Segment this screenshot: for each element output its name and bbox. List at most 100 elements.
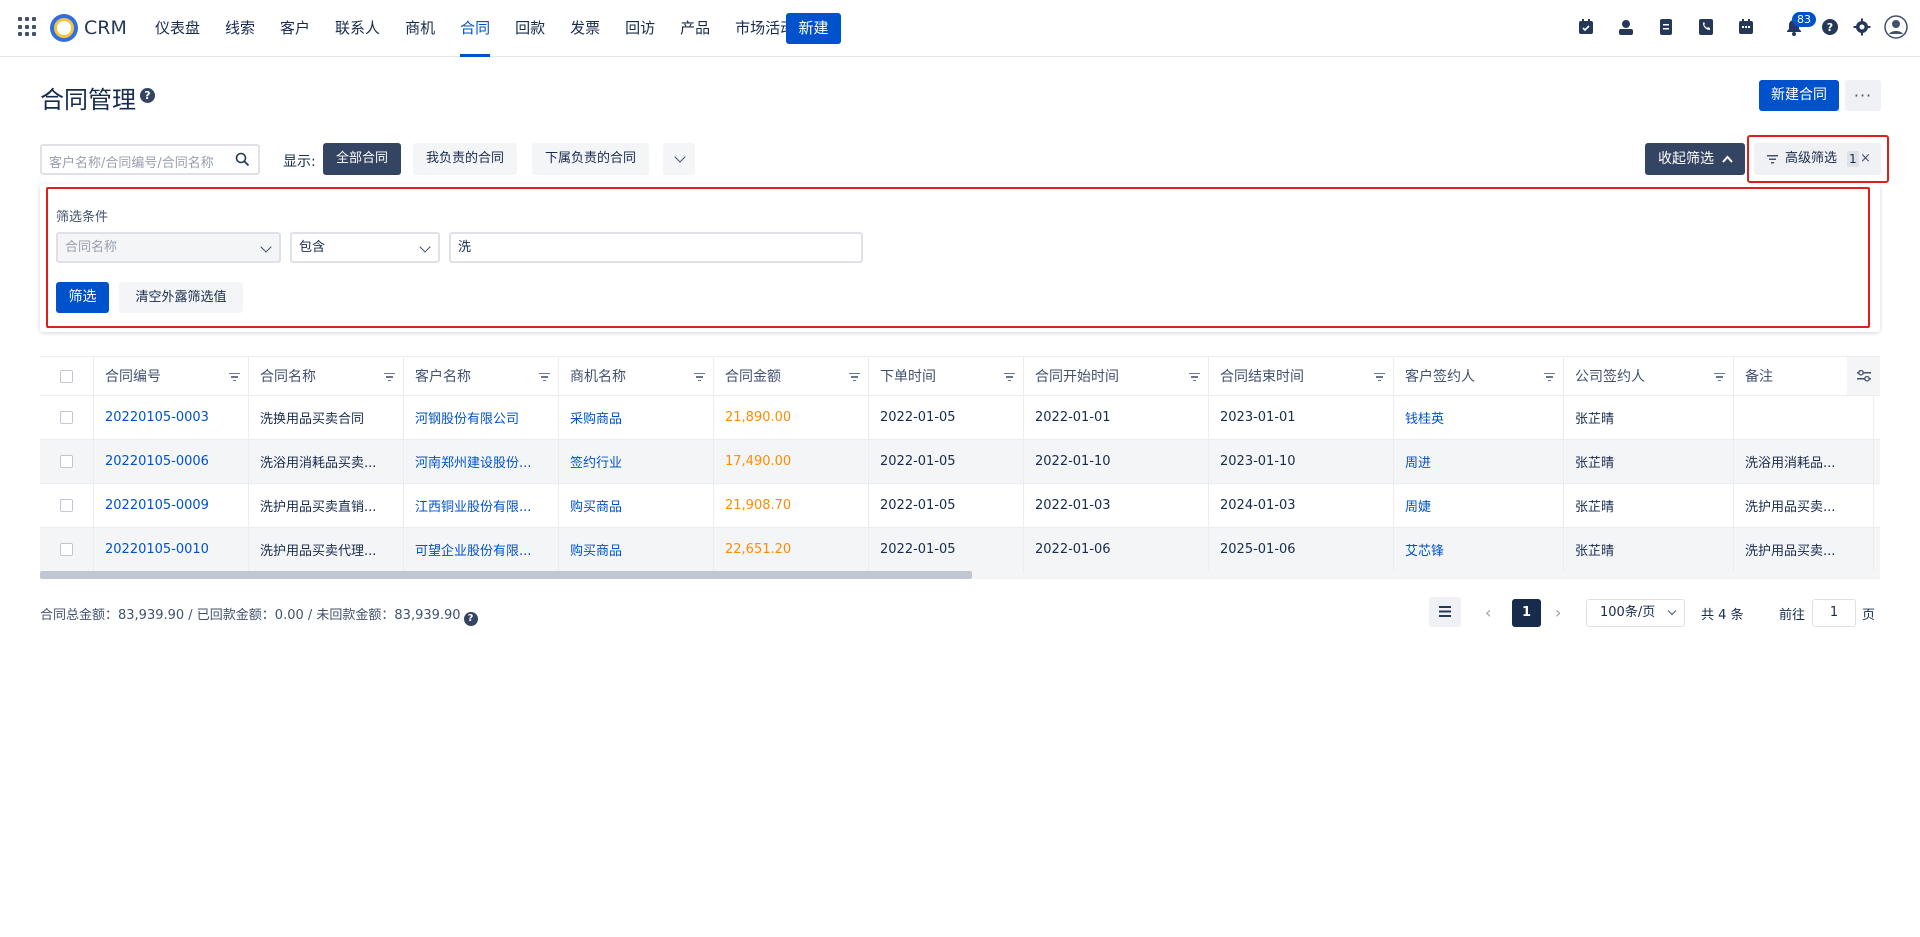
segment-all-contracts[interactable]: 全部合同 [323, 143, 402, 175]
opportunity-name-link[interactable]: 购买商品 [559, 528, 714, 571]
column-filter-icon[interactable] [539, 373, 550, 381]
table-row[interactable]: 20220105-0003 洗换用品买卖合同 河钢股份有限公司 采购商品 21,… [40, 396, 1880, 440]
column-settings-button[interactable] [1847, 357, 1880, 395]
nav-item-products[interactable]: 产品 [680, 0, 710, 57]
column-header[interactable]: 合同编号 [94, 357, 249, 395]
row-checkbox[interactable] [60, 499, 73, 512]
nav-item-dashboard[interactable]: 仪表盘 [155, 0, 200, 57]
column-filter-icon[interactable] [694, 373, 705, 381]
new-contract-button[interactable]: 新建合同 [1759, 80, 1839, 111]
title-help-icon[interactable]: ? [140, 88, 155, 103]
customer-signer-link[interactable]: 钱桂英 [1394, 396, 1564, 439]
column-header-label: 客户签约人 [1405, 369, 1475, 385]
segment-my-contracts[interactable]: 我负责的合同 [413, 143, 518, 175]
clear-filter-values-button[interactable]: 清空外露筛选值 [119, 282, 243, 313]
column-filter-icon[interactable] [384, 373, 395, 381]
contact-icon[interactable] [1617, 18, 1635, 36]
customer-signer-link[interactable]: 周进 [1394, 440, 1564, 483]
column-filter-icon[interactable] [1374, 373, 1385, 381]
row-checkbox-cell[interactable] [40, 440, 94, 483]
column-header[interactable]: 合同金额 [714, 357, 869, 395]
nav-item-visits[interactable]: 回访 [625, 0, 655, 57]
next-page-icon[interactable]: › [1555, 603, 1561, 622]
brand-name[interactable]: CRM [84, 17, 127, 39]
table-row[interactable]: 20220105-0009 洗护用品买卖直销... 江西铜业股份有限... 购买… [40, 484, 1880, 528]
contract-number-link[interactable]: 20220105-0010 [94, 528, 249, 571]
customer-signer-link[interactable]: 周婕 [1394, 484, 1564, 527]
list-view-toggle-button[interactable] [1429, 597, 1461, 627]
apply-filter-button[interactable]: 筛选 [56, 282, 109, 313]
row-checkbox[interactable] [60, 543, 73, 556]
advanced-filter-button[interactable]: 高级筛选 1 × [1754, 143, 1881, 175]
contract-number-link[interactable]: 20220105-0009 [94, 484, 249, 527]
more-actions-button[interactable]: ··· [1845, 80, 1881, 111]
clear-advanced-filter-icon[interactable]: × [1860, 143, 1871, 175]
task-icon[interactable] [1577, 18, 1595, 36]
row-checkbox-cell[interactable] [40, 396, 94, 439]
totals-help-icon[interactable]: ? [463, 612, 478, 626]
current-page-button[interactable]: 1 [1512, 599, 1541, 627]
filter-operator-select[interactable]: 包含 [290, 232, 440, 263]
customer-name-link[interactable]: 江西铜业股份有限... [404, 484, 559, 527]
column-header[interactable]: 下单时间 [869, 357, 1024, 395]
nav-item-opportunities[interactable]: 商机 [405, 0, 435, 57]
horizontal-scrollbar-thumb[interactable] [40, 571, 972, 579]
column-filter-icon[interactable] [1004, 373, 1015, 381]
calendar-icon[interactable] [1737, 18, 1755, 36]
segment-subordinate-contracts[interactable]: 下属负责的合同 [532, 143, 650, 175]
row-checkbox[interactable] [60, 455, 73, 468]
page-size-select[interactable]: 100条/页 [1586, 599, 1685, 627]
phone-icon[interactable] [1697, 18, 1715, 36]
contract-number-link[interactable]: 20220105-0003 [94, 396, 249, 439]
column-filter-icon[interactable] [1714, 373, 1725, 381]
filter-field-select[interactable]: 合同名称 [56, 232, 281, 263]
advanced-filter-label: 高级筛选 [1785, 151, 1838, 166]
opportunity-name-link[interactable]: 购买商品 [559, 484, 714, 527]
search-input[interactable]: 客户名称/合同编号/合同名称 [40, 144, 260, 175]
customer-name-link[interactable]: 河钢股份有限公司 [404, 396, 559, 439]
filter-value-input[interactable]: 洗 [449, 232, 863, 263]
nav-item-payments[interactable]: 回款 [515, 0, 545, 57]
row-checkbox[interactable] [60, 411, 73, 424]
customer-name-link[interactable]: 可望企业股份有限... [404, 528, 559, 571]
document-icon[interactable] [1657, 18, 1675, 36]
row-checkbox-cell[interactable] [40, 484, 94, 527]
nav-item-invoices[interactable]: 发票 [570, 0, 600, 57]
nav-item-contacts[interactable]: 联系人 [335, 0, 380, 57]
more-views-dropdown[interactable] [663, 143, 695, 175]
table-row[interactable]: 20220105-0010 洗护用品买卖代理... 可望企业股份有限... 购买… [40, 528, 1880, 572]
opportunity-name-link[interactable]: 签约行业 [559, 440, 714, 483]
column-header[interactable]: 公司签约人 [1564, 357, 1734, 395]
select-all-checkbox[interactable] [60, 369, 73, 383]
column-filter-icon[interactable] [849, 373, 860, 381]
search-icon[interactable] [235, 152, 250, 167]
opportunity-name-link[interactable]: 采购商品 [559, 396, 714, 439]
nav-item-customers[interactable]: 客户 [280, 0, 310, 57]
column-header[interactable]: 合同名称 [249, 357, 404, 395]
new-button[interactable]: 新建 [786, 13, 841, 44]
column-header[interactable]: 合同开始时间 [1024, 357, 1209, 395]
column-filter-icon[interactable] [229, 373, 240, 381]
table-row[interactable]: 20220105-0006 洗浴用消耗品买卖... 河南郑州建设股份... 签约… [40, 440, 1880, 484]
column-header[interactable]: 客户签约人 [1394, 357, 1564, 395]
customer-name-link[interactable]: 河南郑州建设股份... [404, 440, 559, 483]
settings-icon[interactable] [1853, 18, 1871, 36]
app-switcher-icon[interactable] [18, 17, 38, 37]
column-filter-icon[interactable] [1189, 373, 1200, 381]
column-filter-icon[interactable] [1544, 373, 1555, 381]
user-avatar-icon[interactable] [1884, 15, 1908, 39]
goto-page-input[interactable]: 1 [1812, 599, 1856, 627]
contract-number-link[interactable]: 20220105-0006 [94, 440, 249, 483]
nav-item-contracts[interactable]: 合同 [460, 0, 491, 57]
collapse-filter-button[interactable]: 收起筛选 [1645, 143, 1745, 175]
column-header[interactable]: 商机名称 [559, 357, 714, 395]
customer-signer-link[interactable]: 艾芯锋 [1394, 528, 1564, 571]
crm-logo-icon[interactable] [50, 14, 78, 42]
row-checkbox-cell[interactable] [40, 528, 94, 571]
column-header[interactable]: 合同结束时间 [1209, 357, 1394, 395]
select-all-checkbox-cell[interactable] [40, 357, 94, 395]
column-header[interactable]: 客户名称 [404, 357, 559, 395]
prev-page-icon[interactable]: ‹ [1485, 603, 1491, 622]
help-icon[interactable]: ? [1821, 18, 1839, 36]
nav-item-leads[interactable]: 线索 [225, 0, 255, 57]
